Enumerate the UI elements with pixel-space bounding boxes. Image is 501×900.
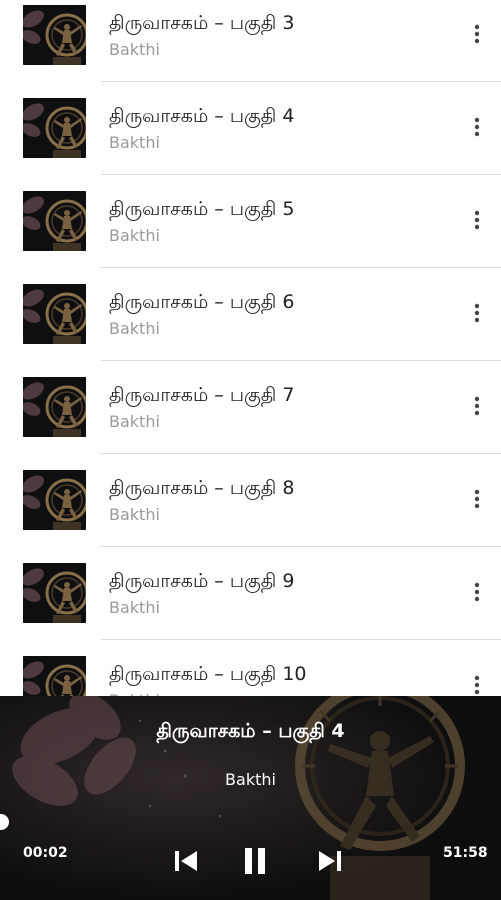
- skip-previous-icon: [175, 851, 197, 871]
- more-vertical-icon: [474, 489, 480, 509]
- more-options-icon[interactable]: [465, 484, 489, 514]
- track-title: திருவாசகம் – பகுதி 4: [109, 105, 295, 127]
- nataraja-thumbnail-icon: [23, 563, 86, 623]
- track-artist: Bakthi: [109, 133, 160, 152]
- more-options-icon[interactable]: [465, 577, 489, 607]
- more-vertical-icon: [474, 396, 480, 416]
- total-time: 51:58: [443, 845, 488, 861]
- more-options-icon[interactable]: [465, 391, 489, 421]
- track-thumbnail: [23, 98, 86, 158]
- track-title: திருவாசகம் – பகுதி 9: [109, 570, 295, 592]
- pause-button[interactable]: [237, 843, 273, 879]
- more-vertical-icon: [474, 303, 480, 323]
- now-playing-bar[interactable]: திருவாசகம் – பகுதி 4 Bakthi 00:02 51:58: [0, 696, 501, 900]
- track-artist: Bakthi: [109, 505, 160, 524]
- current-time: 00:02: [23, 845, 68, 861]
- more-vertical-icon: [474, 582, 480, 602]
- more-vertical-icon: [474, 210, 480, 230]
- track-artist: Bakthi: [109, 226, 160, 245]
- track-artist: Bakthi: [109, 412, 160, 431]
- track-row[interactable]: திருவாசகம் – பகுதி 4 Bakthi: [0, 71, 501, 175]
- track-artist: Bakthi: [109, 598, 160, 617]
- pause-icon: [245, 848, 265, 874]
- now-playing-title: திருவாசகம் – பகுதி 4: [156, 720, 345, 742]
- more-vertical-icon: [474, 117, 480, 137]
- next-button[interactable]: [312, 843, 348, 879]
- more-options-icon[interactable]: [465, 112, 489, 142]
- track-title: திருவாசகம் – பகுதி 10: [109, 663, 307, 685]
- track-artist: Bakthi: [109, 319, 160, 338]
- track-row[interactable]: திருவாசகம் – பகுதி 8 Bakthi: [0, 443, 501, 547]
- track-row[interactable]: திருவாசகம் – பகுதி 7 Bakthi: [0, 350, 501, 454]
- nataraja-thumbnail-icon: [23, 191, 86, 251]
- track-thumbnail: [23, 563, 86, 623]
- track-row[interactable]: திருவாசகம் – பகுதி 9 Bakthi: [0, 536, 501, 640]
- track-title: திருவாசகம் – பகுதி 3: [109, 12, 295, 34]
- track-row[interactable]: திருவாசகம் – பகுதி 3 Bakthi: [0, 0, 501, 82]
- more-options-icon[interactable]: [465, 298, 489, 328]
- track-title: திருவாசகம் – பகுதி 8: [109, 477, 295, 499]
- track-thumbnail: [23, 191, 86, 251]
- track-title: திருவாசகம் – பகுதி 5: [109, 198, 295, 220]
- track-thumbnail: [23, 377, 86, 437]
- more-vertical-icon: [474, 675, 480, 695]
- track-row[interactable]: திருவாசகம் – பகுதி 6 Bakthi: [0, 257, 501, 361]
- now-playing-artist: Bakthi: [225, 770, 276, 789]
- more-options-icon[interactable]: [465, 205, 489, 235]
- track-thumbnail: [23, 5, 86, 65]
- track-thumbnail: [23, 470, 86, 530]
- track-thumbnail: [23, 284, 86, 344]
- track-title: திருவாசகம் – பகுதி 6: [109, 291, 295, 313]
- track-row[interactable]: திருவாசகம் – பகுதி 5 Bakthi: [0, 164, 501, 268]
- track-title: திருவாசகம் – பகுதி 7: [109, 384, 295, 406]
- nataraja-thumbnail-icon: [23, 470, 86, 530]
- skip-next-icon: [319, 851, 341, 871]
- previous-button[interactable]: [168, 843, 204, 879]
- nataraja-thumbnail-icon: [23, 98, 86, 158]
- track-artist: Bakthi: [109, 40, 160, 59]
- nataraja-thumbnail-icon: [23, 377, 86, 437]
- nataraja-thumbnail-icon: [23, 284, 86, 344]
- more-vertical-icon: [474, 24, 480, 44]
- more-options-icon[interactable]: [465, 19, 489, 49]
- nataraja-thumbnail-icon: [23, 5, 86, 65]
